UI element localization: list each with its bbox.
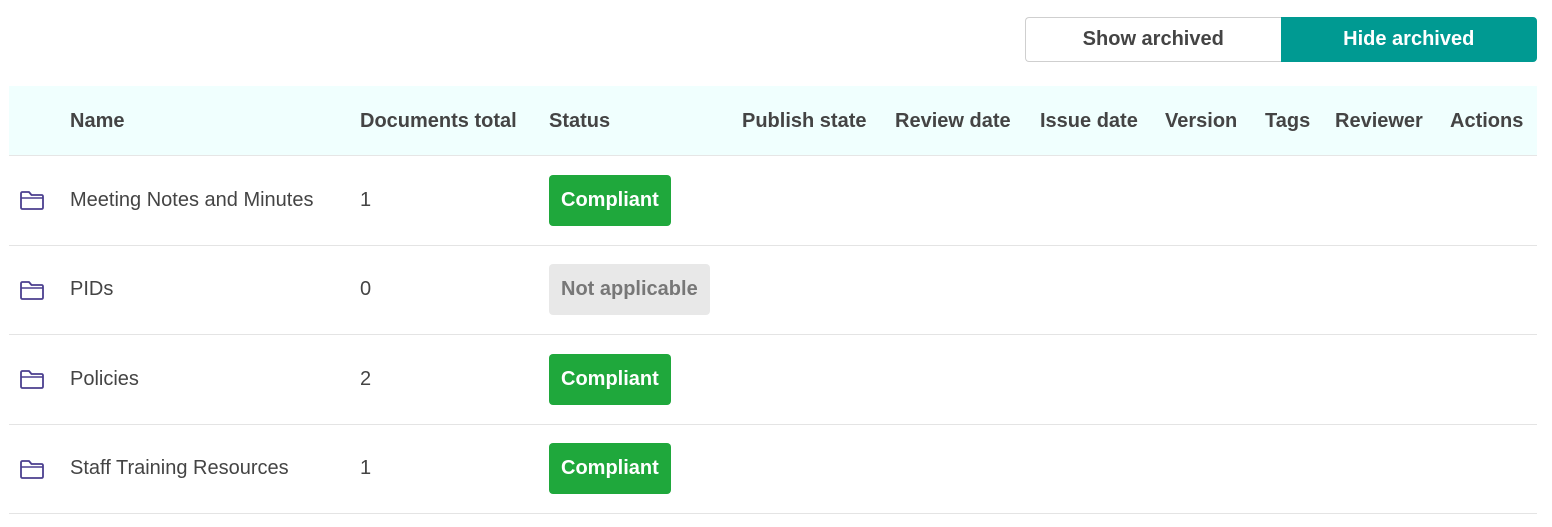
- table-row[interactable]: Staff Training Resources 1 Compliant: [9, 425, 1537, 514]
- status-badge: Not applicable: [549, 264, 710, 316]
- column-header-name[interactable]: Name: [70, 86, 124, 156]
- column-header-issue-date[interactable]: Issue date: [1040, 86, 1138, 156]
- status-badge: Compliant: [549, 353, 671, 405]
- column-header-tags[interactable]: Tags: [1265, 86, 1310, 156]
- column-header-version[interactable]: Version: [1165, 86, 1237, 156]
- folders-table: Name Documents total Status Publish stat…: [9, 86, 1537, 514]
- table-header: Name Documents total Status Publish stat…: [9, 86, 1537, 156]
- row-name[interactable]: PIDs: [70, 246, 113, 335]
- column-header-reviewer[interactable]: Reviewer: [1335, 86, 1423, 156]
- row-name[interactable]: Staff Training Resources: [70, 425, 289, 514]
- row-documents-total: 0: [360, 278, 372, 301]
- column-header-review-date[interactable]: Review date: [895, 86, 1011, 156]
- show-archived-button[interactable]: Show archived: [1025, 17, 1281, 62]
- row-status: Compliant: [549, 335, 671, 424]
- row-documents-total: 1: [360, 188, 372, 211]
- folder-icon: [19, 246, 45, 335]
- row-documents-total: 1: [360, 457, 372, 480]
- table-row[interactable]: Meeting Notes and Minutes 1 Compliant: [9, 156, 1537, 246]
- status-badge: Compliant: [549, 174, 671, 226]
- column-header-publish-state[interactable]: Publish state: [742, 86, 866, 156]
- folder-icon: [19, 425, 45, 514]
- status-badge: Compliant: [549, 443, 671, 495]
- column-header-actions: Actions: [1450, 109, 1524, 132]
- column-header-status[interactable]: Status: [549, 86, 610, 156]
- column-header-documents-total[interactable]: Documents total: [360, 86, 517, 156]
- row-name[interactable]: Meeting Notes and Minutes: [70, 156, 313, 245]
- row-documents-total: 2: [360, 367, 372, 390]
- archive-toggle: Show archived Hide archived: [1025, 17, 1537, 62]
- folder-icon: [19, 335, 45, 424]
- table-body: Meeting Notes and Minutes 1 Compliant PI…: [9, 156, 1537, 514]
- row-status: Not applicable: [549, 246, 710, 335]
- hide-archived-button[interactable]: Hide archived: [1280, 17, 1537, 62]
- table-row[interactable]: Policies 2 Compliant: [9, 335, 1537, 425]
- row-status: Compliant: [549, 156, 671, 245]
- table-row[interactable]: PIDs 0 Not applicable: [9, 246, 1537, 335]
- row-name[interactable]: Policies: [70, 335, 139, 424]
- row-status: Compliant: [549, 425, 671, 514]
- folder-icon: [19, 156, 45, 245]
